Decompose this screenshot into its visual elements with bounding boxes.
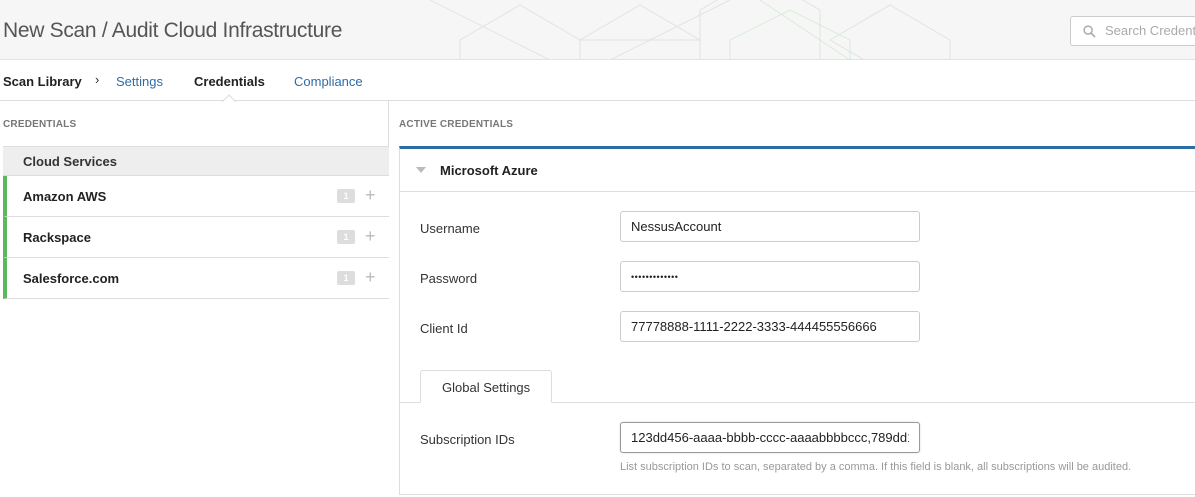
azure-credential-panel: Microsoft Azure Username Password Client…	[399, 146, 1195, 495]
credential-item-label: Amazon AWS	[23, 189, 107, 204]
breadcrumb-scan-library[interactable]: Scan Library	[3, 74, 82, 89]
count-badge: 1	[337, 189, 355, 203]
add-icon[interactable]: +	[365, 267, 376, 287]
category-label: Cloud Services	[23, 154, 117, 169]
subscription-ids-label: Subscription IDs	[420, 432, 515, 447]
collapse-triangle-icon[interactable]	[416, 167, 426, 173]
category-header[interactable]: Cloud Services	[3, 146, 389, 176]
password-label: Password	[420, 271, 478, 286]
credential-item-label: Salesforce.com	[23, 271, 120, 286]
subscription-ids-field[interactable]	[620, 422, 920, 453]
search-box[interactable]	[1070, 16, 1195, 46]
count-badge: 1	[337, 271, 355, 285]
count-badge: 1	[337, 230, 355, 244]
credential-item-rackspace[interactable]: Rackspace 1 +	[3, 217, 389, 258]
username-field[interactable]	[620, 211, 920, 242]
credential-item-salesforce[interactable]: Salesforce.com 1 +	[3, 258, 389, 299]
add-icon[interactable]: +	[365, 185, 376, 205]
tab-compliance[interactable]: Compliance	[294, 74, 363, 89]
header-background-pattern	[430, 0, 951, 59]
credentials-heading: CREDENTIALS	[3, 119, 77, 130]
tab-label: Global Settings	[442, 380, 531, 395]
panel-title: Microsoft Azure	[440, 163, 538, 178]
tab-settings[interactable]: Settings	[116, 74, 163, 89]
panel-header[interactable]: Microsoft Azure	[400, 149, 1195, 192]
search-icon	[1083, 25, 1096, 38]
page-header: New Scan / Audit Cloud Infrastructure	[0, 0, 1195, 60]
credential-item-label: Rackspace	[23, 230, 91, 245]
credential-item-amazon-aws[interactable]: Amazon AWS 1 +	[3, 176, 389, 217]
tab-credentials[interactable]: Credentials	[194, 74, 265, 89]
password-field[interactable]	[620, 261, 920, 292]
add-icon[interactable]: +	[365, 226, 376, 246]
tab-global-settings[interactable]: Global Settings	[420, 370, 552, 403]
page-title: New Scan / Audit Cloud Infrastructure	[3, 19, 343, 42]
tabs-bar: Scan Library › Settings Credentials Comp…	[0, 61, 1195, 102]
active-credentials-heading: ACTIVE CREDENTIALS	[399, 119, 514, 130]
username-label: Username	[420, 221, 480, 236]
client-id-field[interactable]	[620, 311, 920, 342]
subscription-help-text: List subscription IDs to scan, separated…	[620, 461, 1132, 473]
breadcrumb-separator-icon: ›	[95, 72, 100, 87]
search-input[interactable]	[1105, 23, 1195, 38]
client-id-label: Client Id	[420, 321, 468, 336]
